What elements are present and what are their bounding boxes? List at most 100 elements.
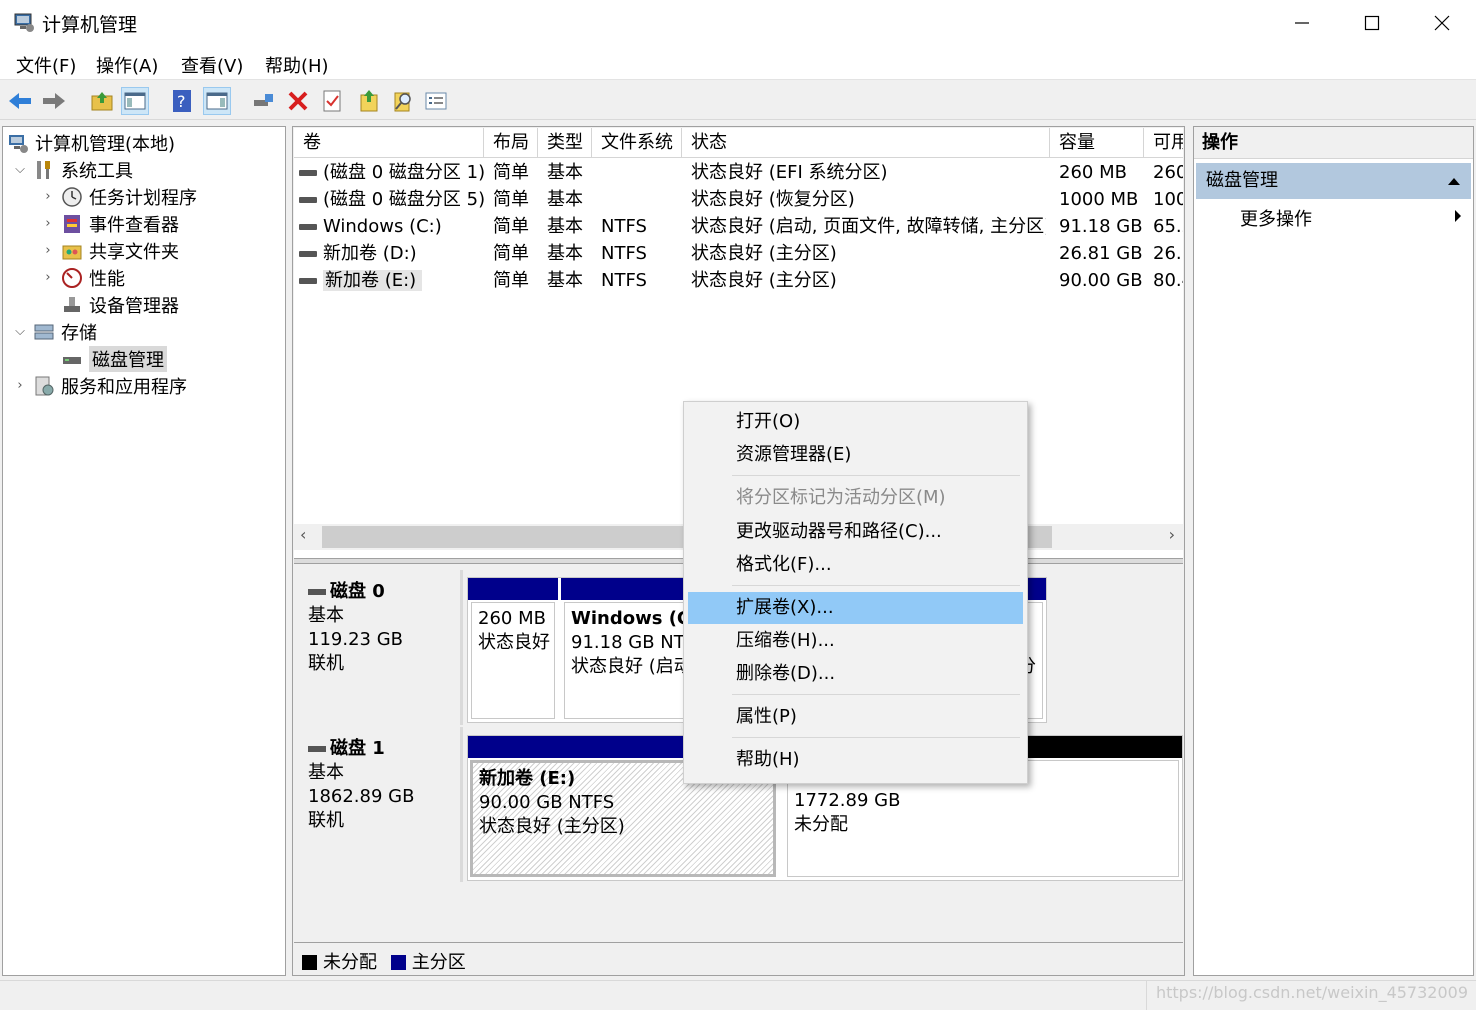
menu-item-extend-volume[interactable]: 扩展卷(X)... (688, 592, 1023, 624)
menu-item-explorer[interactable]: 资源管理器(E) (688, 439, 1023, 471)
collapse-icon[interactable]: ⌵ (13, 162, 27, 177)
actions-header: 操作 (1194, 127, 1473, 159)
properties-button[interactable] (318, 87, 346, 115)
collapse-icon[interactable]: ⌵ (13, 324, 27, 339)
export-button[interactable] (355, 87, 383, 115)
menu-separator (732, 694, 1020, 695)
column-header-filesystem[interactable]: 文件系统 (592, 128, 682, 158)
svg-text:?: ? (177, 92, 186, 111)
table-row[interactable]: (磁盘 0 磁盘分区 1) 简单 基本 状态良好 (EFI 系统分区) 260 … (294, 159, 1183, 186)
tree-item-shared-folders[interactable]: › 共享文件夹 (41, 237, 179, 264)
volume-name: (磁盘 0 磁盘分区 5) (323, 189, 484, 210)
tree-item-performance[interactable]: › 性能 (41, 264, 125, 291)
volume-icon (299, 278, 317, 284)
column-header-volume[interactable]: 卷 (294, 128, 484, 158)
menu-help[interactable]: 帮助(H) (265, 52, 329, 78)
delete-icon (288, 91, 308, 111)
volume-status: 状态良好 (主分区) (691, 243, 837, 264)
column-header-free[interactable]: 可用 (1144, 128, 1183, 158)
tree-label: 任务计划程序 (89, 187, 197, 209)
minimize-icon (1295, 22, 1309, 24)
more-actions[interactable]: 更多操作 (1240, 205, 1312, 231)
tree-item-disk-management[interactable]: 磁盘管理 (61, 345, 167, 372)
scroll-left-icon[interactable]: ‹ (300, 525, 306, 544)
tree-label: 事件查看器 (89, 214, 179, 236)
expand-icon[interactable]: › (41, 243, 55, 258)
connect-button[interactable] (249, 87, 277, 115)
list-view-button[interactable] (422, 87, 450, 115)
volume-free: 100 (1153, 189, 1183, 210)
tree-item-services-apps[interactable]: › 服务和应用程序 (13, 372, 187, 399)
expand-icon[interactable]: › (41, 189, 55, 204)
menu-view[interactable]: 查看(V) (181, 52, 243, 78)
table-row[interactable]: 新加卷 (D:) 简单 基本 NTFS 状态良好 (主分区) 26.81 GB … (294, 240, 1183, 267)
scroll-right-icon[interactable]: › (1169, 525, 1175, 544)
expand-icon[interactable]: › (13, 378, 27, 393)
column-header-capacity[interactable]: 容量 (1050, 128, 1144, 158)
device-manager-icon (64, 296, 80, 312)
back-icon (9, 93, 31, 109)
tree-item-event-viewer[interactable]: › 事件查看器 (41, 210, 179, 237)
menu-bar: 文件(F) 操作(A) 查看(V) 帮助(H) (0, 46, 1476, 80)
tree-item-system-tools[interactable]: ⌵ 系统工具 (13, 156, 133, 183)
volume-status: 状态良好 (EFI 系统分区) (691, 162, 888, 183)
menu-file[interactable]: 文件(F) (16, 52, 76, 78)
table-row[interactable]: 新加卷 (E:) 简单 基本 NTFS 状态良好 (主分区) 90.00 GB … (294, 267, 1183, 294)
partition-efi[interactable]: 260 MB 状态良好 (468, 578, 558, 722)
expand-icon[interactable]: › (41, 270, 55, 285)
performance-icon (62, 267, 82, 288)
actions-section-disk-management[interactable]: 磁盘管理 (1196, 163, 1471, 199)
menu-item-open[interactable]: 打开(O) (688, 406, 1023, 438)
forward-button[interactable] (40, 87, 68, 115)
maximize-button[interactable] (1337, 0, 1407, 46)
legend-unallocated: 未分配 (323, 952, 377, 973)
disk-name: 磁盘 0 (330, 581, 385, 602)
disk-0-info[interactable]: 磁盘 0 基本 119.23 GB 联机 (295, 570, 463, 725)
menu-item-shrink-volume[interactable]: 压缩卷(H)... (688, 625, 1023, 657)
volume-icon (299, 197, 317, 203)
table-row[interactable]: Windows (C:) 简单 基本 NTFS 状态良好 (启动, 页面文件, … (294, 213, 1183, 240)
column-header-status[interactable]: 状态 (682, 128, 1050, 158)
disk-1-info[interactable]: 磁盘 1 基本 1862.89 GB 联机 (295, 727, 463, 882)
menu-item-change-drive-letter[interactable]: 更改驱动器号和路径(C)... (688, 516, 1023, 548)
menu-item-help[interactable]: 帮助(H) (688, 744, 1023, 776)
tree-item-task-scheduler[interactable]: › 任务计划程序 (41, 183, 197, 210)
volume-free: 26.7 (1153, 243, 1183, 264)
delete-button[interactable] (284, 87, 312, 115)
primary-swatch (390, 955, 406, 970)
menu-action[interactable]: 操作(A) (96, 52, 158, 78)
connect-icon (254, 94, 273, 106)
disk-status: 联机 (308, 810, 344, 831)
menu-item-delete-volume[interactable]: 删除卷(D)... (688, 658, 1023, 690)
volume-type: 基本 (547, 243, 583, 264)
collapse-up-icon[interactable] (1447, 176, 1461, 186)
minimize-button[interactable] (1267, 0, 1337, 46)
tree-item-storage[interactable]: ⌵ 存储 (13, 318, 97, 345)
clock-icon (62, 186, 82, 207)
section-label: 磁盘管理 (1206, 170, 1278, 191)
tree-label: 性能 (89, 268, 125, 290)
volume-type: 基本 (547, 162, 583, 183)
volume-status: 状态良好 (启动, 页面文件, 故障转储, 主分区) (691, 216, 1046, 237)
menu-item-properties[interactable]: 属性(P) (688, 701, 1023, 733)
volume-capacity: 91.18 GB (1059, 216, 1143, 237)
close-button[interactable] (1407, 0, 1476, 46)
watermark-text: https://blog.csdn.net/weixin_45732009 (1155, 983, 1468, 1002)
expand-icon[interactable]: › (41, 216, 55, 231)
search-button[interactable] (389, 87, 417, 115)
column-header-type[interactable]: 类型 (538, 128, 592, 158)
help-button[interactable]: ? (168, 87, 196, 115)
table-row[interactable]: (磁盘 0 磁盘分区 5) 简单 基本 状态良好 (恢复分区) 1000 MB … (294, 186, 1183, 213)
menu-item-format[interactable]: 格式化(F)... (688, 549, 1023, 581)
partition-size: 260 MB (478, 608, 546, 629)
column-header-layout[interactable]: 布局 (484, 128, 538, 158)
tree-item-device-manager[interactable]: 设备管理器 (61, 291, 179, 318)
toolbar: ? (0, 81, 1476, 120)
up-folder-button[interactable] (88, 87, 116, 115)
volume-capacity: 26.81 GB (1059, 243, 1143, 264)
back-button[interactable] (6, 87, 34, 115)
list-icon (425, 92, 447, 110)
show-hide-tree-button[interactable] (121, 87, 149, 115)
tree-item-root[interactable]: 计算机管理(本地) (7, 129, 175, 156)
show-hide-action-pane-button[interactable] (203, 87, 231, 115)
